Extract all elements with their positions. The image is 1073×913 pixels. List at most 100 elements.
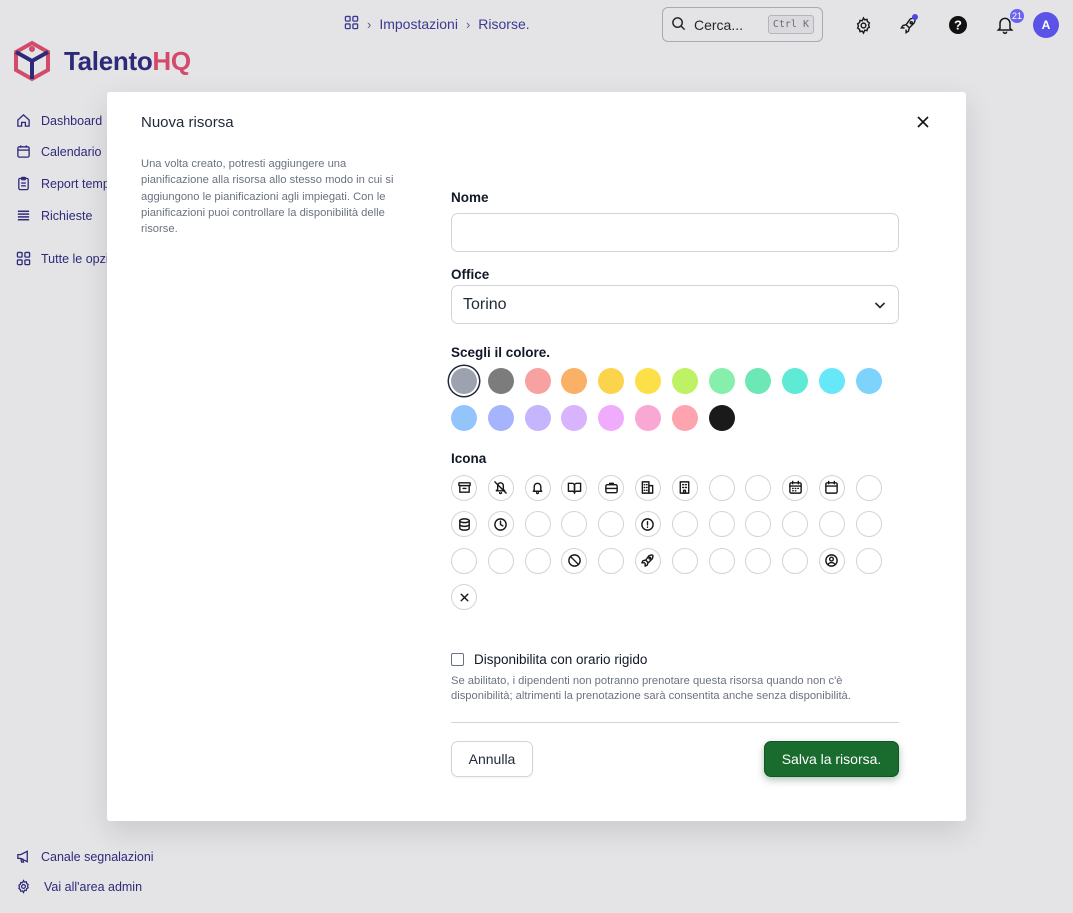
icon-option[interactable] [451, 584, 477, 610]
modal-description: Una volta creato, potresti aggiungere un… [141, 158, 394, 236]
color-swatch[interactable] [487, 368, 514, 394]
color-swatch[interactable] [451, 404, 477, 431]
color-swatch[interactable] [708, 368, 735, 394]
cancel-button[interactable]: Annulla [451, 741, 533, 777]
icon-option[interactable] [598, 511, 625, 537]
icon-option[interactable] [855, 474, 882, 501]
sidebar-item-tutte-le-opzioni[interactable]: Tutte le opzi [16, 251, 109, 266]
icon-option[interactable] [451, 547, 477, 574]
list-icon [17, 210, 30, 221]
color-swatch[interactable] [524, 404, 551, 431]
color-swatch[interactable] [598, 404, 625, 431]
sidebar-item-canale-segnalazioni[interactable]: Canale segnalazioni [16, 849, 154, 864]
icon-option[interactable] [487, 474, 514, 501]
icon-option[interactable] [524, 474, 551, 501]
icon-option[interactable] [818, 511, 845, 537]
user-circle-icon [825, 554, 839, 567]
sidebar-item-richieste[interactable]: Richieste [16, 208, 92, 223]
color-swatch[interactable] [561, 368, 588, 394]
search-placeholder: Cerca... [694, 16, 744, 33]
avatar[interactable]: A [1033, 12, 1059, 38]
color-swatch[interactable] [634, 368, 661, 394]
icon-option[interactable] [855, 547, 882, 574]
sidebar-item-area-admin[interactable]: Vai all'area admin [16, 879, 142, 894]
notification-bell-icon[interactable]: 21 [992, 9, 1024, 38]
color-swatch[interactable] [561, 404, 588, 431]
color-swatch[interactable] [598, 368, 625, 394]
icon-option[interactable] [745, 474, 772, 501]
icon-option[interactable] [708, 547, 735, 574]
icon-option[interactable] [818, 547, 845, 574]
icon-option[interactable] [671, 547, 698, 574]
sidebar-item-label: Vai all'area admin [44, 879, 143, 894]
rocket-icon[interactable] [895, 12, 921, 38]
strict-availability-row[interactable]: Disponibilita con orario rigido [451, 652, 899, 667]
icon-option[interactable] [671, 511, 698, 537]
icon-option[interactable] [561, 547, 588, 574]
search-input[interactable]: Cerca... Ctrl K [662, 7, 823, 42]
color-swatch[interactable] [671, 368, 698, 394]
name-input[interactable] [451, 213, 899, 252]
update-dot [912, 14, 918, 20]
icon-option[interactable] [487, 511, 514, 537]
icon-option[interactable] [671, 474, 698, 501]
sidebar-item-label: Richieste [41, 208, 93, 223]
sidebar-item-label: Report temp [41, 176, 110, 191]
save-resource-button[interactable]: Salva la risorsa. [764, 741, 899, 777]
calendar-icon [825, 480, 839, 494]
color-swatch[interactable] [524, 368, 551, 394]
apps-grid-icon[interactable] [344, 15, 359, 33]
bell-off-icon [494, 481, 508, 495]
close-button[interactable] [913, 112, 933, 132]
icon-option[interactable] [451, 511, 477, 537]
icon-option[interactable] [561, 474, 588, 501]
icon-option[interactable] [818, 474, 845, 501]
sidebar-item-label: Calendario [41, 144, 102, 159]
icon-option[interactable] [598, 474, 625, 501]
sidebar-item-dashboard[interactable]: Dashboard [16, 113, 102, 128]
icon-option[interactable] [598, 547, 625, 574]
icon-option[interactable] [745, 511, 772, 537]
calendar-days-icon [788, 480, 802, 494]
color-swatch[interactable] [708, 404, 735, 431]
icon-option[interactable] [561, 511, 588, 537]
icon-option[interactable] [855, 511, 882, 537]
icon-option[interactable] [708, 474, 735, 501]
sidebar-item-report[interactable]: Report temp [16, 176, 110, 191]
strict-availability-help: Se abilitato, i dipendenti non potranno … [451, 675, 851, 702]
color-swatch[interactable] [782, 368, 809, 394]
icon-option[interactable] [708, 511, 735, 537]
icon-option[interactable] [634, 474, 661, 501]
icon-option[interactable] [782, 511, 809, 537]
icon-option[interactable] [634, 511, 661, 537]
breadcrumb-item-risorse[interactable]: Risorse. [478, 16, 529, 32]
icon-option[interactable] [745, 547, 772, 574]
icon-option[interactable] [782, 474, 809, 501]
book-open-icon [567, 482, 582, 494]
color-swatch[interactable] [487, 404, 514, 431]
calendar-icon [17, 145, 30, 158]
color-swatch[interactable] [818, 368, 845, 394]
color-swatch[interactable] [634, 404, 661, 431]
icon-option[interactable] [451, 474, 477, 501]
settings-gear-icon[interactable] [850, 12, 876, 38]
help-icon[interactable]: ? [945, 12, 971, 38]
icon-option[interactable] [782, 547, 809, 574]
brand-logo[interactable]: TalentoHQ [12, 40, 191, 82]
strict-availability-checkbox[interactable] [451, 653, 464, 666]
icon-option[interactable] [524, 511, 551, 537]
icon-option[interactable] [634, 547, 661, 574]
chevron-down-icon [874, 301, 886, 309]
sidebar-item-label: Tutte le opzi [41, 251, 109, 266]
icon-option[interactable] [487, 547, 514, 574]
alert-circle-icon [641, 517, 655, 531]
color-swatch[interactable] [855, 368, 882, 394]
sidebar-item-calendario[interactable]: Calendario [16, 144, 101, 159]
color-swatch[interactable] [671, 404, 698, 431]
icon-option[interactable] [524, 547, 551, 574]
office-select[interactable]: Torino [451, 285, 899, 324]
color-swatch[interactable] [451, 368, 477, 394]
breadcrumb-item-impostazioni[interactable]: Impostazioni [379, 16, 458, 32]
gear-icon [18, 879, 29, 894]
color-swatch[interactable] [745, 368, 772, 394]
